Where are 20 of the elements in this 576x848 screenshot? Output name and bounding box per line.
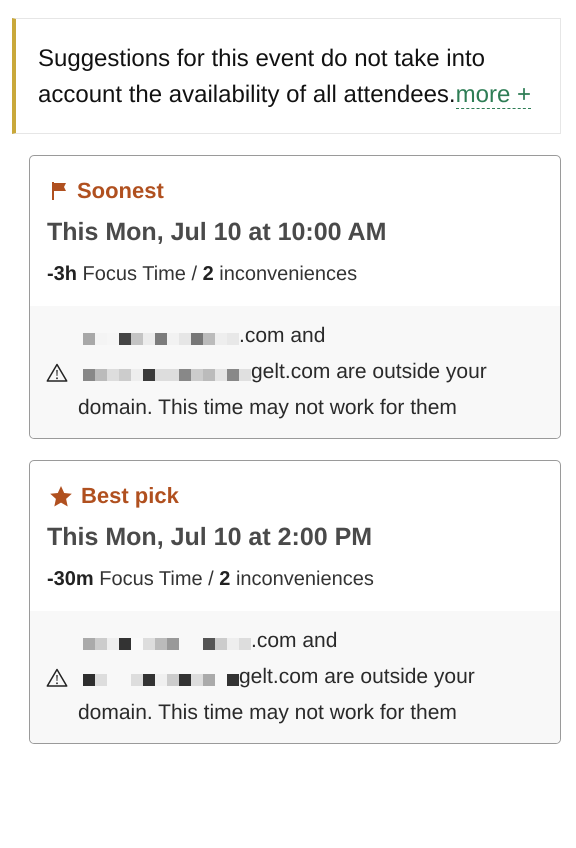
suggestion-time: This Mon, Jul 10 at 10:00 AM (46, 217, 388, 247)
warning-icon (46, 362, 68, 382)
suggestion-label: Best pick (81, 483, 179, 509)
warning-text: gelt.com are outside your (251, 359, 487, 385)
flag-icon (50, 181, 68, 201)
star-icon (50, 486, 72, 506)
suggestion-label: Soonest (77, 178, 164, 204)
warning-text: gelt.com are outside your (239, 664, 475, 690)
warning-icon (46, 668, 68, 686)
notice-text: Suggestions for this event do not take into account the availability of all attendees.more + (38, 44, 532, 111)
suggestion-card[interactable]: Best pick This Mon, Jul 10 at 2:00 PM -30m Focus Time / 2 inconveniences .com and gelt.com are outside your domain. This time may not work for them (29, 460, 561, 744)
focus-time-summary: -3h Focus Time / 2 inconveniences (46, 262, 358, 287)
warning-text: .com and (251, 628, 338, 654)
more-link[interactable]: more + (456, 81, 531, 109)
suggestion-card[interactable]: Soonest This Mon, Jul 10 at 10:00 AM -3h Focus Time / 2 inconveniences .com and gelt.com are outside your domain. This time may not work for them (29, 155, 561, 439)
warning-text: .com and (239, 323, 326, 349)
suggestion-time: This Mon, Jul 10 at 2:00 PM (46, 522, 374, 552)
warning-text: domain. This time may not work for them (78, 395, 457, 421)
warning-text: domain. This time may not work for them (78, 700, 457, 726)
focus-time-summary: -30m Focus Time / 2 inconveniences (46, 567, 375, 592)
